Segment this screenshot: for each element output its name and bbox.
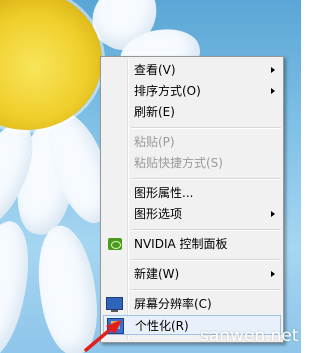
submenu-arrow-icon xyxy=(271,88,275,94)
desktop-context-menu: 查看(V) 排序方式(O) 刷新(E) 粘贴(P) 粘贴快捷方式(S) 图形属性… xyxy=(100,56,284,343)
menu-item-label: 图形属性... xyxy=(134,186,194,200)
menu-item-new[interactable]: 新建(W) xyxy=(103,264,281,284)
flower-petal xyxy=(0,215,39,353)
watermark-text: sanwen.net xyxy=(200,326,299,346)
menu-item-label: 刷新(E) xyxy=(134,105,175,119)
menu-item-paste-shortcut: 粘贴快捷方式(S) xyxy=(103,153,281,173)
menu-item-graphics-options[interactable]: 图形选项 xyxy=(103,204,281,224)
menu-item-screen-resolution[interactable]: 屏幕分辨率(C) xyxy=(103,294,281,314)
menu-item-sort-by[interactable]: 排序方式(O) xyxy=(103,81,281,101)
submenu-arrow-icon xyxy=(271,211,275,217)
menu-item-label: 排序方式(O) xyxy=(134,84,201,98)
nvidia-icon xyxy=(108,238,122,250)
submenu-arrow-icon xyxy=(271,271,275,277)
menu-item-refresh[interactable]: 刷新(E) xyxy=(103,102,281,122)
submenu-arrow-icon xyxy=(271,67,275,73)
menu-item-label: 查看(V) xyxy=(134,63,176,77)
menu-item-label: 新建(W) xyxy=(134,267,180,281)
menu-item-label: 图形选项 xyxy=(134,207,183,221)
menu-separator xyxy=(131,127,281,129)
red-pointer-arrow-icon xyxy=(84,320,122,352)
screen-resolution-icon xyxy=(106,297,123,312)
menu-separator xyxy=(131,229,281,231)
menu-item-nvidia-control-panel[interactable]: NVIDIA 控制面板 xyxy=(103,234,281,254)
menu-item-label: 粘贴快捷方式(S) xyxy=(134,156,223,170)
menu-item-label: NVIDIA 控制面板 xyxy=(134,237,228,251)
menu-item-view[interactable]: 查看(V) xyxy=(103,60,281,80)
flower-center xyxy=(0,0,102,130)
menu-item-graphics-properties[interactable]: 图形属性... xyxy=(103,183,281,203)
menu-separator xyxy=(131,178,281,180)
menu-item-label: 屏幕分辨率(C) xyxy=(134,297,212,311)
menu-item-paste: 粘贴(P) xyxy=(103,132,281,152)
menu-separator xyxy=(131,259,281,261)
menu-item-label: 个性化(R) xyxy=(135,319,189,333)
menu-item-label: 粘贴(P) xyxy=(134,135,175,149)
menu-separator xyxy=(131,289,281,291)
